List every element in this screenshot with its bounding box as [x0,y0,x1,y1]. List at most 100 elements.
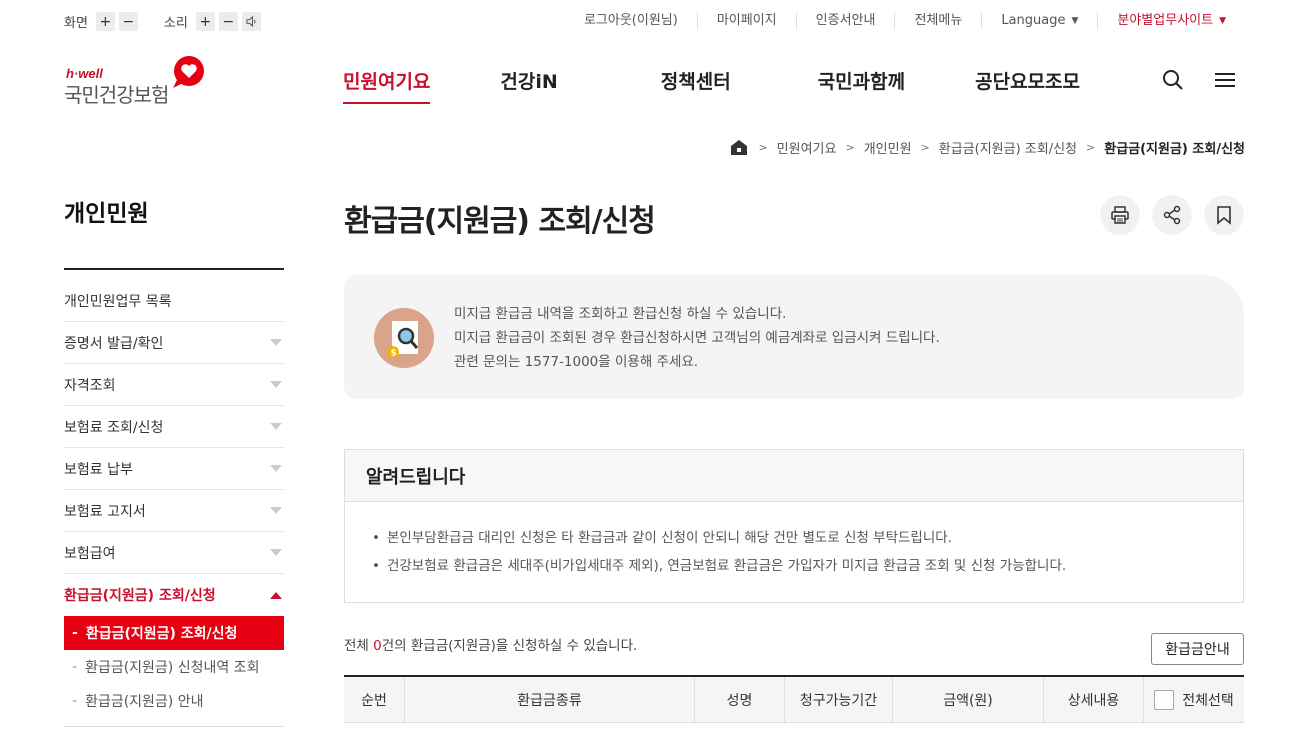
dash-icon: - [72,693,78,709]
nav-health-in[interactable]: 건강iN [500,67,557,104]
notice-title: 알려드립니다 [345,450,1243,502]
nav-with-citizens[interactable]: 국민과함께 [818,67,905,104]
sidebar-subitem-label: 환급금(지원금) 신청내역 조회 [85,660,260,676]
all-menu-link[interactable]: 전체메뉴 [894,13,981,29]
volume-up-button[interactable]: + [195,12,215,31]
info-text: 미지급 환급금 내역을 조회하고 환급신청 하실 수 있습니다. 미지급 환급금… [454,302,940,374]
summary-prefix: 전체 [344,638,374,654]
column-header: 성명 [694,677,784,722]
info-line: 미지급 환급금이 조회된 경우 환급신청하시면 고객님의 예금계좌로 입금시켜 … [454,330,940,346]
triangle-down-icon [270,339,282,346]
speaker-icon[interactable] [241,12,261,31]
breadcrumb: > 민원여기요 > 개인민원 > 환급금(지원금) 조회/신청 > 환급금(지원… [731,138,1245,157]
select-all-header: 전체선택 [1143,677,1244,722]
dash-icon: - [72,659,78,675]
logo-name: 국민건강보험 [64,83,169,107]
divider [64,268,284,270]
notice-list: • 본인부담환급금 대리인 신청은 타 환급금과 같이 신청이 안되니 해당 건만… [345,502,1243,580]
sidebar-item-label: 보험료 조회/신청 [64,419,164,436]
certificate-guide-link[interactable]: 인증서안내 [795,13,895,29]
select-all-label[interactable]: 전체선택 [1182,690,1234,710]
sidebar-subitem-refund-inquiry[interactable]: - 환급금(지원금) 조회/신청 [64,616,284,650]
column-header: 순번 [361,692,387,709]
notice-panel: 알려드립니다 • 본인부담환급금 대리인 신청은 타 환급금과 같이 신청이 안되… [344,449,1244,603]
sidebar-item-label: 개인민원업무 목록 [64,293,172,310]
accessibility-controls: 화면 + − 소리 + − [64,12,287,31]
info-line: 미지급 환급금 내역을 조회하고 환급신청 하실 수 있습니다. [454,306,787,322]
sidebar-subitem-label: 환급금(지원금) 조회/신청 [85,626,238,642]
select-all-checkbox[interactable] [1154,689,1175,710]
sound-control: 소리 + − [164,12,265,31]
caret-down-icon: ▼ [1219,16,1226,26]
nhis-logo[interactable]: h·well 국민건강보험 [64,56,214,107]
column-header: 상세내용 [1043,677,1143,722]
triangle-down-icon [270,549,282,556]
breadcrumb-item[interactable]: 환급금(지원금) 조회/신청 [939,138,1077,157]
bookmark-icon [1217,206,1231,225]
language-label: Language [1001,13,1066,28]
triangle-down-icon [270,465,282,472]
print-button[interactable] [1100,195,1140,235]
logout-link[interactable]: 로그아웃(이원님) [565,13,697,29]
bullet-icon: • [372,530,380,546]
business-sites-dropdown[interactable]: 분야별업무사이트 ▼ [1097,13,1245,29]
breadcrumb-item[interactable]: 개인민원 [864,138,912,157]
summary-suffix: 건의 환급금(지원금)을 신청하실 수 있습니다. [381,638,638,654]
sidebar-menu: 개인민원업무 목록 증명서 발급/확인 자격조회 보험료 조회/신청 보험료 납… [64,280,284,718]
volume-down-button[interactable]: − [218,12,238,31]
sidebar-item-certificate[interactable]: 증명서 발급/확인 [64,322,284,364]
document-search-icon: $ [374,308,434,368]
mypage-link[interactable]: 마이페이지 [696,13,796,29]
share-button[interactable] [1152,195,1192,235]
font-decrease-button[interactable]: − [118,12,138,31]
font-size-label: 화면 [64,16,88,31]
info-line: 관련 문의는 1577-1000을 이용해 주세요. [454,354,699,370]
svg-text:$: $ [391,349,397,359]
search-icon[interactable] [1160,67,1186,93]
sidebar-item-eligibility[interactable]: 자격조회 [64,364,284,406]
print-icon [1111,206,1129,224]
font-increase-button[interactable]: + [95,12,115,31]
sidebar-item-label: 보험료 납부 [64,461,133,478]
divider [64,726,284,727]
sound-label: 소리 [163,16,188,31]
breadcrumb-current: 환급금(지원금) 조회/신청 [1104,142,1245,157]
sidebar-item-label: 환급금(지원금) 조회/신청 [64,588,216,604]
sidebar-item-premium-notice[interactable]: 보험료 고지서 [64,490,284,532]
sidebar-item-premium-payment[interactable]: 보험료 납부 [64,448,284,490]
refund-guide-button[interactable]: 환급금안내 [1151,633,1244,665]
sidebar-item-label: 자격조회 [64,377,116,394]
language-dropdown[interactable]: Language ▼ [981,13,1097,29]
breadcrumb-item[interactable]: 민원여기요 [777,138,837,157]
sidebar-item-benefits[interactable]: 보험급여 [64,532,284,574]
chevron-right-icon: > [758,141,768,154]
sidebar-subitem-refund-history[interactable]: - 환급금(지원금) 신청내역 조회 [64,650,284,684]
page-title: 환급금(지원금) 조회/신청 [344,204,656,239]
share-icon [1163,205,1181,225]
font-size-control: 화면 + − [64,12,142,31]
nav-civil-service[interactable]: 민원여기요 [343,67,431,104]
home-icon[interactable] [731,140,748,155]
sidebar-item-civil-list[interactable]: 개인민원업무 목록 [64,280,284,322]
main-nav: 민원여기요 건강iN 정책센터 국민과함께 공단요모조모 [343,67,1080,104]
bookmark-button[interactable] [1204,195,1244,235]
nav-policy-center[interactable]: 정책센터 [661,67,731,104]
nav-about-nhis[interactable]: 공단요모조모 [975,67,1080,104]
sidebar-subitem-refund-guide[interactable]: - 환급금(지원금) 안내 [64,684,284,718]
sidebar-item-refund[interactable]: 환급금(지원금) 조회/신청 [64,574,284,616]
column-header: 청구가능기간 [784,677,892,722]
bullet-icon: • [372,558,380,574]
sidebar-item-label: 증명서 발급/확인 [64,335,164,352]
hamburger-menu-icon[interactable] [1212,67,1238,93]
triangle-down-icon [270,423,282,430]
sidebar-item-premium-inquiry[interactable]: 보험료 조회/신청 [64,406,284,448]
heart-logo-icon [173,56,204,88]
triangle-down-icon [270,381,282,388]
business-sites-label: 분야별업무사이트 [1117,13,1214,28]
dash-icon: - [72,625,78,641]
summary-count: 0 [373,638,382,654]
info-box: $ 미지급 환급금 내역을 조회하고 환급신청 하실 수 있습니다. 미지급 환… [344,275,1244,399]
notice-item: • 건강보험료 환급금은 세대주(비가입세대주 제외), 연금보험료 환급금은 가… [372,552,1243,580]
notice-item-text: 건강보험료 환급금은 세대주(비가입세대주 제외), 연금보험료 환급금은 가입… [386,558,1067,574]
notice-item-text: 본인부담환급금 대리인 신청은 타 환급금과 같이 신청이 안되니 해당 건만 … [386,530,952,546]
